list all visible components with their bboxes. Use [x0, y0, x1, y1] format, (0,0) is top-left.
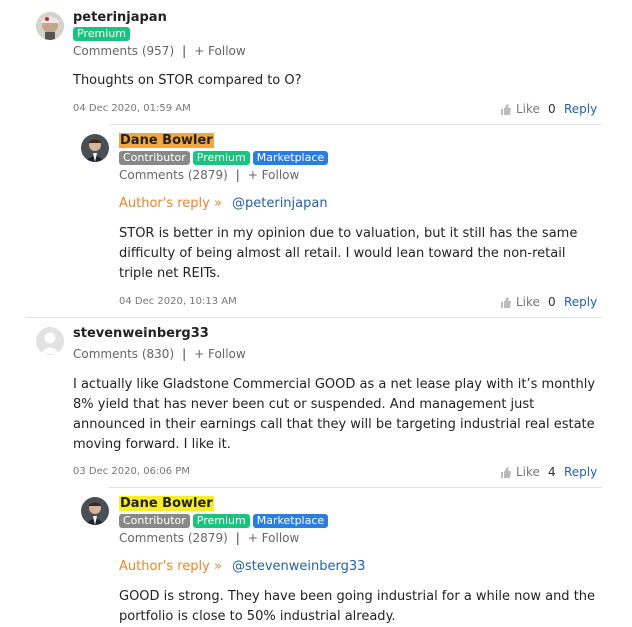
- premium-badge: Premium: [192, 151, 250, 165]
- avatar[interactable]: [36, 327, 64, 355]
- comment-date: 03 Dec 2020, 06:06 PM: [73, 466, 190, 477]
- avatar[interactable]: [81, 497, 109, 525]
- like-label: Like: [516, 295, 540, 309]
- like-count: 4: [547, 465, 556, 479]
- follow-button[interactable]: + Follow: [248, 168, 300, 182]
- comment-text: GOOD is strong. They have been going ind…: [119, 589, 596, 624]
- comments-count-link[interactable]: Comments (2879): [119, 168, 228, 182]
- comment-meta: Comments (2879) | + Follow: [119, 531, 299, 545]
- like-button[interactable]: Like 0: [500, 295, 556, 309]
- mention-link[interactable]: @stevenweinberg33: [232, 559, 365, 574]
- contributor-badge: Contributor: [119, 151, 190, 165]
- like-label: Like: [516, 465, 540, 479]
- comment-meta: Comments (830) | + Follow: [73, 347, 246, 361]
- thumbs-up-icon: [501, 103, 511, 115]
- divider: [109, 124, 602, 125]
- like-button[interactable]: Like 0: [500, 102, 556, 116]
- comment-text: Thoughts on STOR compared to O?: [73, 73, 302, 88]
- default-avatar-icon: [36, 327, 64, 355]
- comments-count-link[interactable]: Comments (957): [73, 44, 174, 58]
- username-highlight: Dane Bowler: [119, 496, 214, 511]
- comment-text: I actually like Gladstone Commercial GOO…: [73, 377, 596, 452]
- username[interactable]: stevenweinberg33: [73, 326, 209, 341]
- author-reply-label: Author's reply »: [119, 196, 222, 211]
- like-count: 0: [547, 102, 556, 116]
- author-reply-label: Author's reply »: [119, 559, 222, 574]
- marketplace-badge: Marketplace: [252, 151, 329, 165]
- thumbs-up-icon: [501, 466, 511, 478]
- avatar[interactable]: [36, 12, 64, 40]
- badge-group: Premium: [73, 27, 130, 41]
- separator: |: [182, 44, 187, 58]
- premium-badge: Premium: [73, 27, 130, 41]
- separator: |: [182, 347, 187, 361]
- username[interactable]: peterinjapan: [73, 10, 167, 25]
- divider: [26, 317, 602, 318]
- follow-button[interactable]: + Follow: [248, 531, 300, 545]
- user-photo-icon: [81, 497, 109, 525]
- comments-count-link[interactable]: Comments (830): [73, 347, 174, 361]
- username[interactable]: Dane Bowler: [119, 496, 214, 511]
- badge-group: Contributor Premium Marketplace: [119, 514, 329, 528]
- mention-link[interactable]: @peterinjapan: [232, 196, 328, 211]
- username-highlight: Dane Bowler: [119, 133, 214, 148]
- username[interactable]: Dane Bowler: [119, 133, 214, 148]
- follow-button[interactable]: + Follow: [194, 347, 246, 361]
- comment-date: 04 Dec 2020, 01:59 AM: [73, 103, 191, 114]
- avatar[interactable]: [81, 134, 109, 162]
- like-button[interactable]: Like 4: [500, 465, 556, 479]
- reply-button[interactable]: Reply: [564, 295, 597, 309]
- comment-text: STOR is better in my opinion due to valu…: [119, 226, 578, 281]
- user-photo-icon: [81, 134, 109, 162]
- like-count: 0: [547, 295, 556, 309]
- premium-badge: Premium: [192, 514, 250, 528]
- separator: |: [235, 168, 240, 182]
- comment-meta: Comments (2879) | + Follow: [119, 168, 299, 182]
- reply-button[interactable]: Reply: [564, 465, 597, 479]
- comments-count-link[interactable]: Comments (2879): [119, 531, 228, 545]
- contributor-badge: Contributor: [119, 514, 190, 528]
- reply-button[interactable]: Reply: [564, 102, 597, 116]
- like-label: Like: [516, 102, 540, 116]
- badge-group: Contributor Premium Marketplace: [119, 151, 329, 165]
- user-photo-icon: [36, 12, 64, 40]
- comment-date: 04 Dec 2020, 10:13 AM: [119, 296, 237, 307]
- separator: |: [235, 531, 240, 545]
- divider: [109, 487, 602, 488]
- thumbs-up-icon: [501, 296, 511, 308]
- follow-button[interactable]: + Follow: [194, 44, 246, 58]
- comment-meta: Comments (957) | + Follow: [73, 44, 246, 58]
- marketplace-badge: Marketplace: [252, 514, 329, 528]
